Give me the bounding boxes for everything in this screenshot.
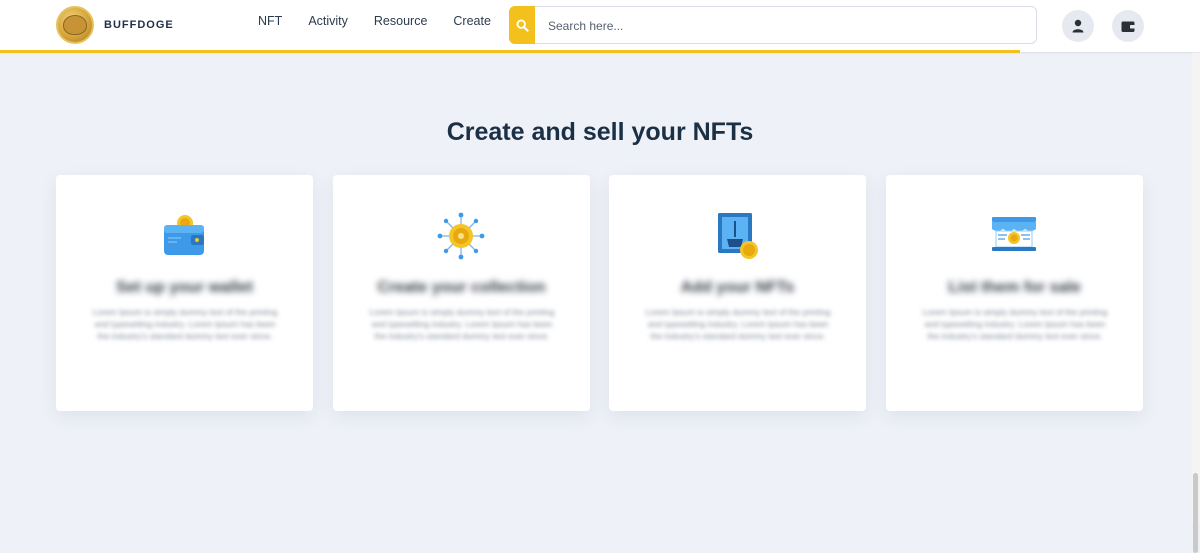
card-list-for-sale[interactable]: List them for sale Lorem Ipsum is simply… — [886, 175, 1143, 411]
card-title: Set up your wallet — [116, 279, 253, 296]
card-description: Lorem Ipsum is simply dummy text of the … — [92, 307, 278, 341]
logo[interactable]: BUFFDOGE — [56, 6, 174, 44]
section-title: Create and sell your NFTs — [446, 118, 754, 146]
card-add-nfts[interactable]: Add your NFTs Lorem Ipsum is simply dumm… — [609, 175, 866, 411]
wallet-icon — [1121, 21, 1135, 32]
card-title: Add your NFTs — [680, 279, 795, 296]
logo-coin-icon — [56, 6, 94, 44]
card-title: Create your collection — [377, 279, 546, 296]
card-description: Lorem Ipsum is simply dummy text of the … — [645, 307, 831, 341]
search-icon — [516, 19, 529, 32]
header: BUFFDOGE NFT Activity Resource Create — [0, 0, 1200, 53]
nav-item-activity[interactable]: Activity — [308, 14, 348, 28]
card-title: List them for sale — [948, 279, 1081, 296]
store-icon — [992, 217, 1036, 251]
search-button[interactable] — [509, 6, 535, 44]
user-button[interactable] — [1062, 10, 1094, 42]
nav-item-create[interactable]: Create — [453, 14, 491, 28]
card-setup-wallet[interactable]: Set up your wallet Lorem Ipsum is simply… — [56, 175, 313, 411]
header-progress-bar — [0, 50, 1020, 53]
wallet-icon — [164, 215, 204, 255]
search-bar — [509, 6, 1037, 44]
user-icon — [1072, 19, 1084, 33]
card-description: Lorem Ipsum is simply dummy text of the … — [369, 307, 555, 341]
nav-item-nft[interactable]: NFT — [258, 14, 282, 28]
search-input[interactable] — [546, 15, 1020, 37]
card-description: Lorem Ipsum is simply dummy text of the … — [922, 307, 1108, 341]
logo-text: BUFFDOGE — [104, 19, 174, 31]
add-nft-icon — [718, 213, 758, 259]
collection-icon — [437, 212, 485, 260]
main-nav: NFT Activity Resource Create — [258, 14, 517, 28]
wallet-button[interactable] — [1112, 10, 1144, 42]
nav-item-resource[interactable]: Resource — [374, 14, 428, 28]
card-create-collection[interactable]: Create your collection Lorem Ipsum is si… — [333, 175, 590, 411]
scrollbar-thumb[interactable] — [1193, 473, 1198, 553]
